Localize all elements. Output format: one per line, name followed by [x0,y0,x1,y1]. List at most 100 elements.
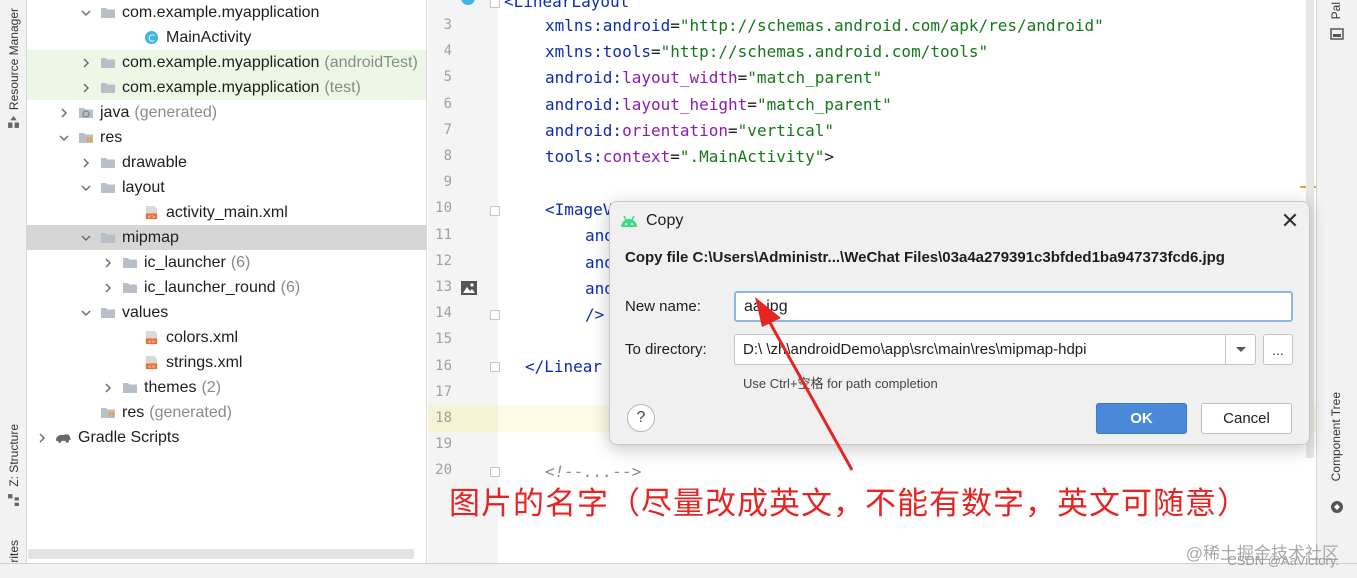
chevron-right-icon[interactable] [79,56,93,70]
folder-icon [99,55,116,70]
chevron-right-icon[interactable] [35,431,49,445]
copy-file-description: Copy file C:\Users\Administr...\WeChat F… [625,249,1225,266]
tree-row-label: com.example.myapplication [122,53,320,71]
bottom-status-bar [0,563,1357,578]
code-line-3: xmlns:android="http://schemas.android.co… [545,16,1104,35]
line-number: 16 [435,358,452,374]
tree-row[interactable]: values [27,300,426,325]
line-number: 8 [443,148,452,164]
chevron-down-icon[interactable] [79,231,93,245]
tree-row[interactable]: C MainActivity [27,25,426,50]
tree-row[interactable]: java (generated) [27,100,426,125]
tree-row[interactable]: ic_launcher_round (6) [27,275,426,300]
tree-horizontal-scrollbar[interactable] [28,549,414,559]
directory-dropdown-button[interactable] [1225,334,1256,365]
chevron-down-icon[interactable] [79,306,93,320]
tree-row[interactable]: <> colors.xml [27,325,426,350]
svg-text:<>: <> [148,364,156,370]
structure-label: Z: Structure [6,424,21,487]
annotation-text: 图片的名字（尽量改成英文，不能有数字，英文可随意） [449,486,1249,522]
code-line-6: android:layout_height="match_parent" [545,95,892,114]
tree-row-suffix: (androidTest) [324,53,418,71]
tree-row-label: res [122,403,145,421]
tree-row-label: strings.xml [166,353,243,371]
help-icon[interactable]: ? [627,404,655,432]
xml-file-icon: <> [143,355,160,370]
tree-row-suffix: (test) [324,78,361,96]
tree-row-suffix: (6) [280,278,301,296]
tree-row[interactable]: layout [27,175,426,200]
chevron-right-icon[interactable] [79,81,93,95]
tree-row[interactable]: mipmap [27,225,426,250]
chevron-right-icon[interactable] [101,281,115,295]
tree-row-suffix: (generated) [149,403,232,421]
tree-row[interactable]: com.example.myapplication [27,0,426,25]
chevron-down-icon[interactable] [79,181,93,195]
tree-row[interactable]: com.example.myapplication (androidTest) [27,50,426,75]
code-line-7: android:orientation="vertical" [545,121,834,140]
tree-row-label: mipmap [122,228,179,246]
tree-row[interactable]: ic_launcher (6) [27,250,426,275]
folder-icon [99,5,116,20]
line-number: 12 [435,253,452,269]
folder-icon [121,280,138,295]
fold-marker-20[interactable] [490,467,500,477]
to-directory-input[interactable]: D:\ \zh\androidDemo\app\src\main\res\mip… [734,334,1225,365]
tree-row[interactable]: <> activity_main.xml [27,200,426,225]
structure-tab[interactable]: Z: Structure [2,424,25,506]
tree-row-suffix: (2) [201,378,222,396]
chevron-right-icon[interactable] [57,106,71,120]
tree-row-label: drawable [122,153,187,171]
tree-row-label: activity_main.xml [166,203,288,221]
new-name-label: New name: [625,298,701,315]
chevron-right-icon[interactable] [101,381,115,395]
ok-button[interactable]: OK [1096,403,1187,434]
chevron-right-icon[interactable] [79,156,93,170]
gradle-icon [55,430,72,445]
chevron-right-icon[interactable] [101,256,115,270]
browse-button[interactable]: ... [1263,334,1293,365]
folder-icon [99,155,116,170]
tree-row[interactable]: <> strings.xml [27,350,426,375]
tree-row[interactable]: themes (2) [27,375,426,400]
fold-marker-10[interactable] [490,206,500,216]
right-tool-strip: Pal Component Tree [1316,0,1357,578]
palette-tab[interactable]: Pal [1329,2,1343,19]
component-tree-tab[interactable]: Component Tree [1329,392,1343,481]
watermark-csdn: CSDN @AaVictory. [1227,553,1339,568]
tree-row-label: colors.xml [166,328,239,346]
fold-marker[interactable] [490,0,500,8]
cancel-button[interactable]: Cancel [1201,403,1292,434]
new-name-input[interactable] [734,291,1293,322]
tree-row[interactable]: res (generated) [27,400,426,425]
tree-row[interactable]: com.example.myapplication (test) [27,75,426,100]
tree-row-label: com.example.myapplication [122,78,320,96]
line-number: 9 [443,174,452,190]
res-folder-icon [99,405,116,420]
line-number: 6 [443,96,452,112]
close-icon[interactable]: ✕ [1280,210,1300,232]
line-number: 20 [435,462,452,478]
fold-marker-16[interactable] [490,362,500,372]
resource-manager-icon [8,116,19,128]
chevron-down-icon[interactable] [79,6,93,20]
line-number: 19 [435,436,452,452]
resource-manager-label: Resource Manager [6,8,21,111]
image-preview-gutter-icon[interactable] [460,280,478,296]
tree-row-label: res [100,128,123,146]
tree-row[interactable]: res [27,125,426,150]
line-number: 11 [435,227,452,243]
fold-marker-14[interactable] [490,310,500,320]
tree-row-label: layout [122,178,165,196]
chevron-down-icon[interactable] [57,131,71,145]
line-number: 4 [443,43,452,59]
tree-row[interactable]: Gradle Scripts [27,425,426,450]
resource-manager-tab[interactable]: Resource Manager [2,8,25,129]
palette-icon [1330,28,1344,40]
tree-row-label: values [122,303,169,321]
dialog-title: Copy [646,212,684,229]
tree-row[interactable]: drawable [27,150,426,175]
line-number: 14 [435,305,452,321]
line-number: 18 [435,410,452,426]
